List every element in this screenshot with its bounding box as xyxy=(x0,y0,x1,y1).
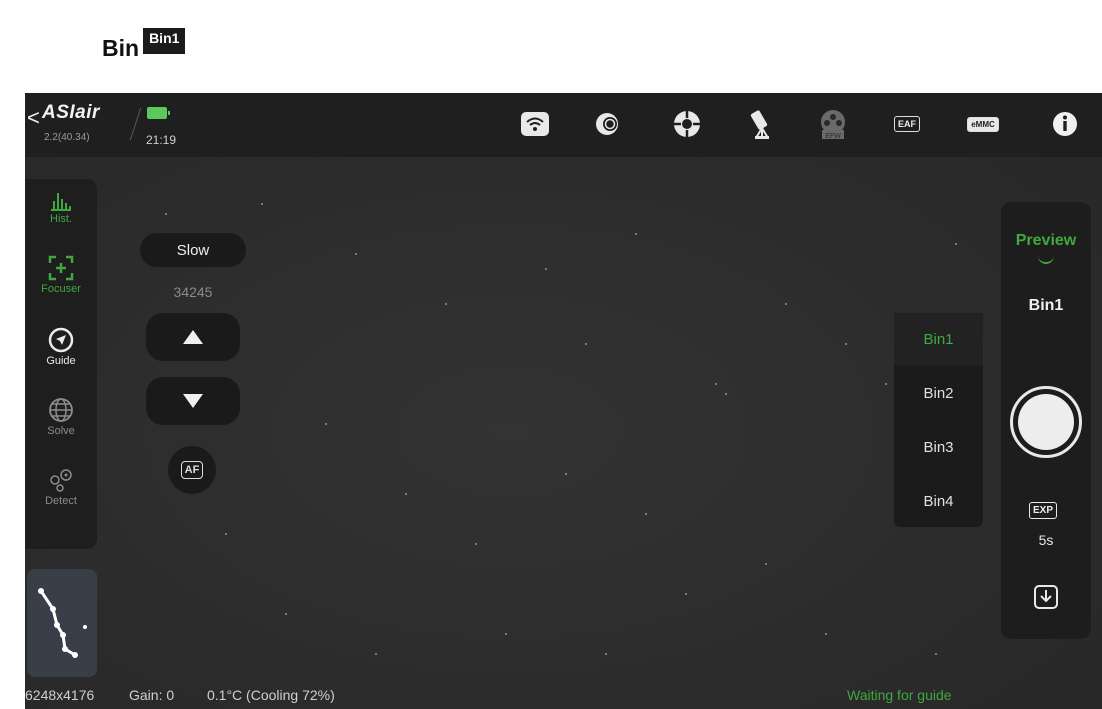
focuser-icon xyxy=(48,255,74,281)
star-map-thumbnail[interactable] xyxy=(27,569,97,677)
speed-button[interactable]: Slow xyxy=(140,233,246,267)
eaf-label: EAF xyxy=(894,116,920,132)
firmware-version: 2.2(40.34) xyxy=(44,132,90,143)
mode-selector[interactable]: Preview xyxy=(1001,232,1091,250)
gain-text: Gain: 0 xyxy=(129,687,175,703)
up-arrow-icon xyxy=(183,330,203,344)
down-arrow-icon xyxy=(183,394,203,408)
hist-label: Hist. xyxy=(50,213,72,225)
emmc-label: eMMC xyxy=(967,116,999,132)
focuser-label: Focuser xyxy=(41,283,81,295)
divider xyxy=(129,107,142,141)
eaf-icon[interactable]: EAF xyxy=(889,107,925,141)
clock-time: 21:19 xyxy=(146,133,177,147)
back-button[interactable]: < xyxy=(27,105,40,131)
focuser-button[interactable]: Focuser xyxy=(25,255,97,295)
svg-text:EFW: EFW xyxy=(825,133,841,140)
focus-up-button[interactable] xyxy=(146,313,240,361)
guide-icon xyxy=(48,327,74,353)
globe-icon xyxy=(49,398,73,422)
top-status-bar: < ASIair 2.2(40.34) 21:19 EFW EAF eMMC xyxy=(25,93,1102,157)
bin-option-2[interactable]: Bin2 xyxy=(894,367,983,419)
left-tool-bar: Hist. Focuser Guide Solve Detect xyxy=(25,179,97,549)
bin-option-1[interactable]: Bin1 xyxy=(894,313,983,365)
guide-status-text: Waiting for guide xyxy=(847,687,952,703)
exposure-icon[interactable]: EXP xyxy=(1029,502,1058,519)
solve-button[interactable]: Solve xyxy=(25,397,97,437)
page-title: Bin Bin1 xyxy=(102,28,186,61)
autofocus-button[interactable]: AF xyxy=(168,446,216,494)
asiair-logo: ASIair xyxy=(42,102,100,123)
solve-label: Solve xyxy=(47,425,75,437)
hist-button[interactable]: Hist. xyxy=(25,189,97,225)
focuser-panel: Slow 34245 AF xyxy=(126,216,256,516)
bin-dropdown-menu: Bin1 Bin2 Bin3 Bin4 xyxy=(894,313,983,527)
guide-target-icon[interactable] xyxy=(669,107,705,141)
bottom-status-bar: 6248x4176 Gain: 0 0.1°C (Cooling 72%) Wa… xyxy=(25,683,1102,709)
shutter-button[interactable] xyxy=(1010,386,1082,458)
detect-label: Detect xyxy=(45,495,77,507)
resolution-text: 6248x4176 xyxy=(25,687,95,703)
bin-option-4[interactable]: Bin4 xyxy=(894,475,983,527)
battery-icon xyxy=(147,107,170,119)
download-icon[interactable] xyxy=(1033,584,1059,615)
af-icon: AF xyxy=(180,461,204,479)
focuser-position: 34245 xyxy=(173,284,213,300)
detect-button[interactable]: Detect xyxy=(25,467,97,507)
bin-chip-image: Bin1 xyxy=(143,28,186,54)
detect-icon xyxy=(50,469,72,492)
telescope-mount-icon[interactable] xyxy=(745,107,781,141)
exposure-value[interactable]: 5s xyxy=(1001,532,1091,548)
page-title-word: Bin xyxy=(102,35,140,61)
focus-down-button[interactable] xyxy=(146,377,240,425)
histogram-icon xyxy=(51,193,71,211)
info-icon[interactable] xyxy=(1047,107,1083,141)
chevron-down-icon[interactable] xyxy=(1038,256,1054,264)
capture-panel: Preview Bin1 EXP 5s xyxy=(1001,202,1091,639)
camera-lens-icon[interactable] xyxy=(591,107,627,141)
asiair-app: < ASIair 2.2(40.34) 21:19 EFW EAF eMMC H… xyxy=(25,93,1102,709)
bin-option-3[interactable]: Bin3 xyxy=(894,421,983,473)
guide-button[interactable]: Guide xyxy=(25,327,97,367)
filter-wheel-icon[interactable]: EFW xyxy=(815,107,851,141)
bin-selector[interactable]: Bin1 xyxy=(1001,297,1091,315)
wifi-icon[interactable] xyxy=(517,107,553,141)
temperature-text: 0.1°C (Cooling 72%) xyxy=(207,687,335,703)
emmc-icon[interactable]: eMMC xyxy=(965,107,1001,141)
guide-label: Guide xyxy=(46,355,76,367)
